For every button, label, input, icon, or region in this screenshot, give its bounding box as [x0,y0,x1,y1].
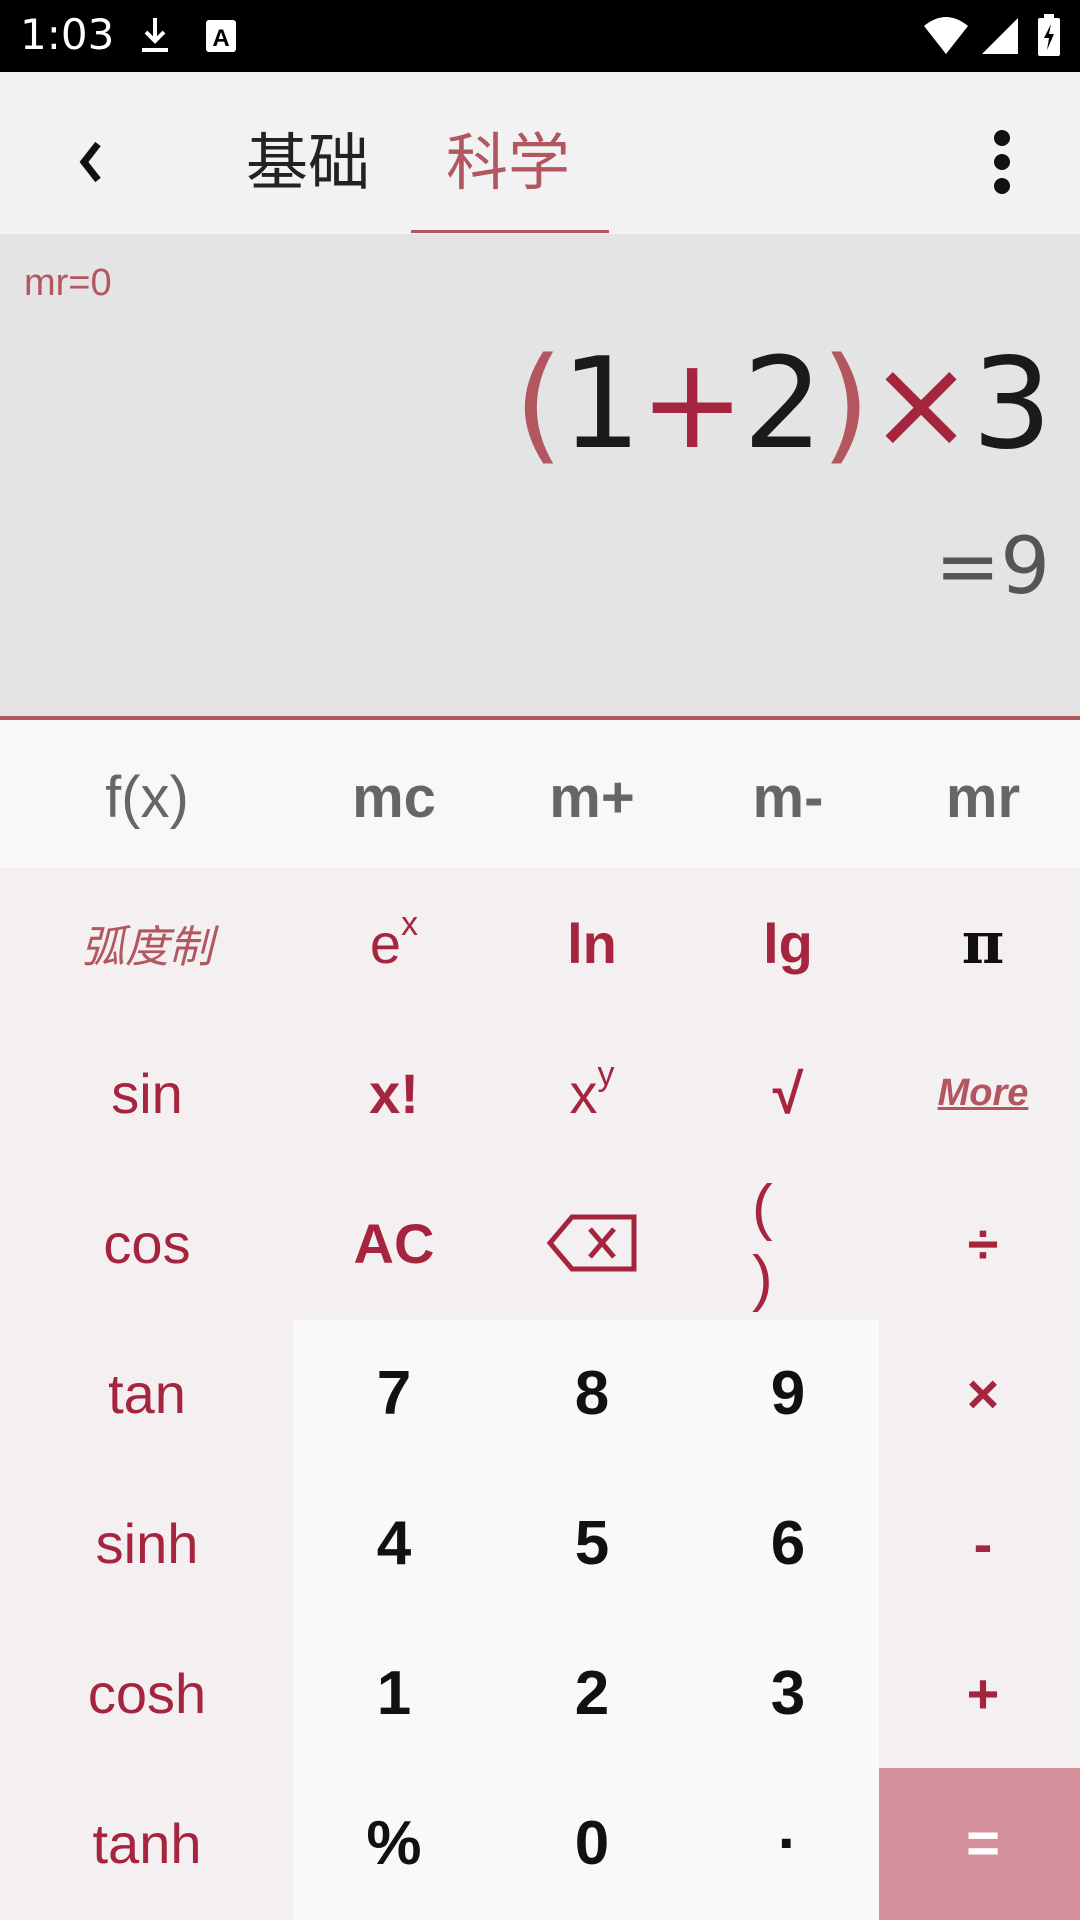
memory-row: f(x) mc m+ m- mr [0,720,1080,868]
digit-3-button[interactable]: 3 [690,1618,886,1768]
ln-button[interactable]: ln [494,868,690,1018]
backspace-icon [546,1214,637,1272]
tab-basic[interactable]: 基础 [246,112,370,202]
digit-8-button[interactable]: 8 [494,1318,690,1468]
tanh-button[interactable]: tanh [0,1768,294,1918]
expr-operand: 1 [561,330,641,477]
expr-operand: 3 [971,330,1052,477]
digit-6-button[interactable]: 6 [690,1468,886,1618]
percent-button[interactable]: % [294,1768,494,1918]
m-minus-button[interactable]: m- [690,764,886,830]
equals-button[interactable]: = [886,1768,1080,1918]
exp-button[interactable]: ex [294,868,494,1018]
expression: (1+2)×3 [513,330,1052,477]
digit-9-button[interactable]: 9 [690,1318,886,1468]
result: =9 [935,522,1050,612]
sinh-button[interactable]: sinh [0,1468,294,1618]
download-icon [142,18,168,52]
sqrt-button[interactable]: √ [690,1018,886,1168]
more-vert-icon[interactable] [992,128,1012,196]
digit-2-button[interactable]: 2 [494,1618,690,1768]
plus-button[interactable]: + [886,1618,1080,1768]
tab-scientific[interactable]: 科学 [446,112,570,202]
expr-paren-close: ) [821,330,870,477]
digit-5-button[interactable]: 5 [494,1468,690,1618]
minus-button[interactable]: - [886,1468,1080,1618]
keypad: 弧度制 ex ln lg π sin x! xy √ More cos AC (… [0,868,1080,1920]
multiply-button[interactable]: × [886,1318,1080,1468]
tan-button[interactable]: tan [0,1318,294,1468]
wifi-icon [924,17,968,54]
active-tab-indicator [411,230,609,233]
backspace-button[interactable] [494,1168,690,1318]
digit-1-button[interactable]: 1 [294,1618,494,1768]
back-icon[interactable] [70,132,110,192]
factorial-button[interactable]: x! [294,1018,494,1168]
more-button[interactable]: More [886,1018,1080,1168]
expr-operator: + [639,330,745,477]
status-time: 1:03 [20,10,115,59]
keyboard-a-icon: A [206,20,236,52]
m-plus-button[interactable]: m+ [494,764,690,830]
sin-button[interactable]: sin [0,1018,294,1168]
expr-operator: × [868,330,974,477]
cosh-button[interactable]: cosh [0,1618,294,1768]
decimal-button[interactable]: · [690,1768,886,1918]
calculator-display: mr=0 (1+2)×3 =9 [0,234,1080,720]
battery-charging-icon [1038,14,1060,56]
digit-4-button[interactable]: 4 [294,1468,494,1618]
app-bar: 基础 科学 [0,72,1080,234]
status-bar: 1:03 A [0,0,1080,72]
power-button[interactable]: xy [494,1018,690,1168]
fx-button[interactable]: f(x) [0,764,294,830]
lg-button[interactable]: lg [690,868,886,1018]
parentheses-button[interactable]: ( ) [690,1168,886,1318]
divide-button[interactable]: ÷ [886,1168,1080,1318]
memory-value: mr=0 [24,262,112,304]
svg-text:A: A [212,25,229,52]
all-clear-button[interactable]: AC [294,1168,494,1318]
digit-0-button[interactable]: 0 [494,1768,690,1918]
pi-button[interactable]: π [886,868,1080,1018]
radian-toggle-button[interactable]: 弧度制 [0,868,294,1018]
expr-operand: 2 [742,330,823,477]
signal-icon [982,18,1018,54]
mc-button[interactable]: mc [294,764,494,830]
expr-paren-open: ( [513,330,563,477]
digit-7-button[interactable]: 7 [294,1318,494,1468]
mr-button[interactable]: mr [886,764,1080,830]
cos-button[interactable]: cos [0,1168,294,1318]
